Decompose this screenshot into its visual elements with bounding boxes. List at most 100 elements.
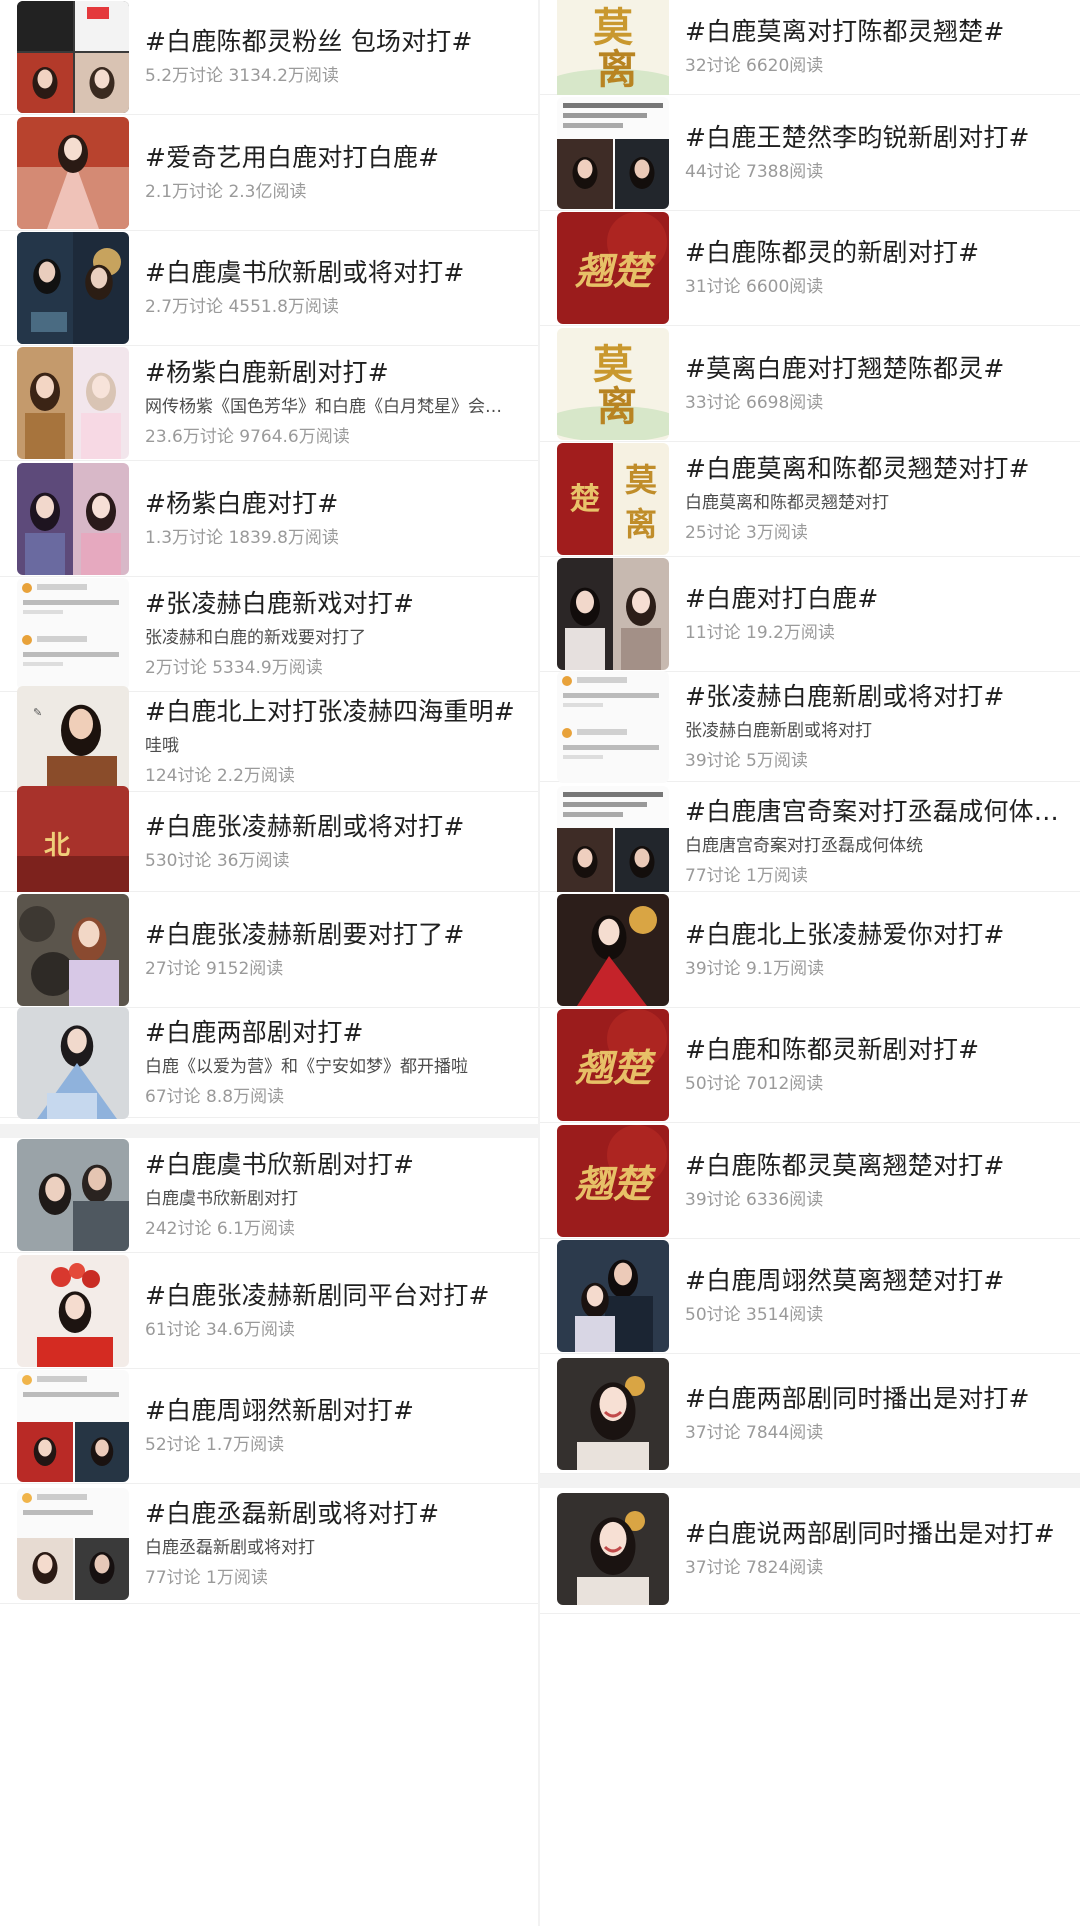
topic-thumbnail[interactable]: [557, 1240, 669, 1352]
topic-thumbnail[interactable]: [17, 347, 129, 459]
topic-title[interactable]: #白鹿陈都灵莫离翘楚对打#: [685, 1149, 1066, 1183]
left-topic-list: #白鹿陈都灵粉丝 包场对打# 5.2万讨论 3134.2万阅读 #爱奇艺用白鹿对打…: [0, 0, 538, 1926]
topic-item[interactable]: #白鹿周翊然莫离翘楚对打# 50讨论 3514阅读: [540, 1239, 1080, 1354]
topic-title[interactable]: #白鹿张凌赫新剧同平台对打#: [145, 1279, 524, 1313]
topic-item[interactable]: #张凌赫白鹿新剧或将对打# 张凌赫白鹿新剧或将对打 39讨论 5万阅读: [540, 670, 1080, 783]
topic-thumbnail[interactable]: [17, 1487, 129, 1600]
topic-thumbnail[interactable]: [17, 232, 129, 344]
topic-item[interactable]: 翘楚 #白鹿陈都灵莫离翘楚对打# 39讨论 6336阅读: [540, 1123, 1080, 1239]
topic-title[interactable]: #白鹿两部剧同时播出是对打#: [685, 1382, 1066, 1416]
topic-description: 张凌赫白鹿新剧或将对打: [685, 720, 872, 741]
topic-title[interactable]: #白鹿和陈都灵新剧对打#: [685, 1033, 1066, 1067]
topic-title[interactable]: #白鹿两部剧对打#: [145, 1016, 524, 1050]
topic-item[interactable]: #杨紫白鹿对打# 1.3万讨论 1839.8万阅读: [0, 461, 538, 577]
topic-item[interactable]: #白鹿王楚然李昀锐新剧对打# 44讨论 7388阅读: [540, 95, 1080, 211]
topic-stats: 77讨论 1万阅读: [685, 865, 808, 886]
topic-thumbnail[interactable]: 翘楚: [557, 1009, 669, 1121]
topic-stats: 52讨论 1.7万阅读: [145, 1435, 285, 1455]
topic-thumbnail[interactable]: [557, 670, 669, 783]
topic-item[interactable]: #白鹿虞书欣新剧对打# 白鹿虞书欣新剧对打 242讨论 6.1万阅读: [0, 1138, 538, 1253]
topic-thumbnail[interactable]: 翘楚: [557, 1124, 669, 1237]
topic-title[interactable]: #白鹿陈都灵的新剧对打#: [685, 236, 1066, 270]
topic-thumbnail[interactable]: [17, 893, 129, 1006]
topic-item[interactable]: 翘楚 #白鹿陈都灵的新剧对打# 31讨论 6600阅读: [540, 211, 1080, 326]
topic-thumbnail[interactable]: [557, 785, 669, 898]
svg-text:离: 离: [597, 383, 637, 430]
topic-title[interactable]: #白鹿丞磊新剧或将对打#: [145, 1497, 524, 1531]
topic-thumbnail[interactable]: 莫 离: [557, 327, 669, 440]
topic-text-block: #白鹿陈都灵的新剧对打# 31讨论 6600阅读: [685, 236, 1080, 300]
topic-item[interactable]: #白鹿陈都灵粉丝 包场对打# 5.2万讨论 3134.2万阅读: [0, 0, 538, 115]
topic-description: 张凌赫和白鹿的新戏要对打了: [145, 628, 366, 648]
topic-thumbnail[interactable]: [17, 1006, 129, 1119]
topic-thumbnail[interactable]: 翘楚: [557, 212, 669, 324]
topic-item[interactable]: #白鹿对打白鹿# 11讨论 19.2万阅读: [540, 557, 1080, 672]
topic-title[interactable]: #杨紫白鹿新剧对打#: [145, 356, 524, 390]
topic-title[interactable]: #白鹿周翊然新剧对打#: [145, 1394, 524, 1428]
topic-item[interactable]: #白鹿北上张凌赫爱你对打# 39讨论 9.1万阅读: [540, 892, 1080, 1008]
topic-title[interactable]: #爱奇艺用白鹿对打白鹿#: [145, 141, 524, 175]
topic-item[interactable]: #白鹿张凌赫新剧要对打了# 27讨论 9152阅读: [0, 892, 538, 1008]
topic-item[interactable]: #杨紫白鹿新剧对打# 网传杨紫《国色芳华》和白鹿《白月梵星》会… 23.6万讨论 9…: [0, 346, 538, 461]
topic-title[interactable]: #张凌赫白鹿新戏对打#: [145, 587, 524, 621]
topic-text-block: #白鹿丞磊新剧或将对打# 白鹿丞磊新剧或将对打 77讨论 1万阅读: [145, 1497, 538, 1591]
topic-description: 白鹿《以爱为营》和《宁安如梦》都开播啦: [145, 1056, 468, 1077]
topic-item[interactable]: #白鹿两部剧同时播出是对打# 37讨论 7844阅读: [540, 1354, 1080, 1474]
topic-thumbnail[interactable]: [17, 578, 129, 690]
topic-title[interactable]: #白鹿周翊然莫离翘楚对打#: [685, 1264, 1066, 1298]
topic-item[interactable]: #白鹿张凌赫新剧同平台对打# 61讨论 34.6万阅读: [0, 1253, 538, 1369]
topic-title[interactable]: #白鹿说两部剧同时播出是对打#: [685, 1517, 1066, 1551]
topic-thumbnail[interactable]: [17, 1370, 129, 1482]
topic-stats: 39讨论 9.1万阅读: [685, 958, 825, 979]
topic-title[interactable]: #白鹿张凌赫新剧或将对打#: [145, 810, 524, 844]
topic-thumbnail[interactable]: [557, 558, 669, 670]
topic-item[interactable]: 北 #白鹿张凌赫新剧或将对打# 530讨论 36万阅读: [0, 785, 538, 898]
topic-title[interactable]: #白鹿虞书欣新剧或将对打#: [145, 256, 524, 290]
topic-item[interactable]: #白鹿丞磊新剧或将对打# 白鹿丞磊新剧或将对打 77讨论 1万阅读: [0, 1484, 538, 1604]
topic-title[interactable]: #杨紫白鹿对打#: [145, 487, 524, 521]
topic-thumbnail[interactable]: ✎: [17, 685, 129, 798]
topic-stats: 124讨论 2.2万阅读: [145, 765, 295, 786]
right-topic-list: 莫 离 #白鹿莫离对打陈都灵翘楚# 32讨论 6620阅读 #白鹿王楚然李昀锐新剧对…: [540, 0, 1080, 1926]
topic-title[interactable]: #白鹿北上张凌赫爱你对打#: [685, 918, 1066, 952]
topic-item[interactable]: #白鹿两部剧对打# 白鹿《以爱为营》和《宁安如梦》都开播啦 67讨论 8.8万阅读: [0, 1006, 538, 1119]
topic-thumbnail[interactable]: 莫 离: [557, 0, 669, 103]
topic-item[interactable]: 莫 离 #白鹿莫离对打陈都灵翘楚# 32讨论 6620阅读: [540, 0, 1080, 103]
topic-title[interactable]: #张凌赫白鹿新剧或将对打#: [685, 680, 1066, 714]
topic-title[interactable]: #白鹿唐宫奇案对打丞磊成何体统#: [685, 795, 1066, 829]
topic-description: 白鹿虞书欣新剧对打: [145, 1189, 298, 1209]
topic-item[interactable]: #张凌赫白鹿新戏对打# 张凌赫和白鹿的新戏要对打了 2万讨论 5334.9万阅读: [0, 577, 538, 692]
topic-title[interactable]: #白鹿陈都灵粉丝 包场对打#: [145, 25, 524, 59]
topic-item[interactable]: 翘楚 #白鹿和陈都灵新剧对打# 50讨论 7012阅读: [540, 1008, 1080, 1123]
topic-title[interactable]: #白鹿莫离对打陈都灵翘楚#: [685, 15, 1066, 49]
topic-thumbnail[interactable]: [17, 116, 129, 229]
topic-thumbnail[interactable]: 北: [17, 785, 129, 898]
topic-item[interactable]: #白鹿唐宫奇案对打丞磊成何体统# 白鹿唐宫奇案对打丞磊成何体统 77讨论 1万阅读: [540, 785, 1080, 898]
topic-item[interactable]: #白鹿周翊然新剧对打# 52讨论 1.7万阅读: [0, 1369, 538, 1484]
topic-title[interactable]: #白鹿虞书欣新剧对打#: [145, 1148, 524, 1182]
topic-title[interactable]: #白鹿莫离和陈都灵翘楚对打#: [685, 452, 1066, 486]
topic-title[interactable]: #白鹿张凌赫新剧要对打了#: [145, 918, 524, 952]
topic-thumbnail[interactable]: [17, 1254, 129, 1367]
topic-thumbnail[interactable]: [557, 96, 669, 209]
topic-item[interactable]: #白鹿虞书欣新剧或将对打# 2.7万讨论 4551.8万阅读: [0, 231, 538, 346]
topic-stats: 27讨论 9152阅读: [145, 958, 284, 979]
topic-item[interactable]: 楚 莫 离 #白鹿莫离和陈都灵翘楚对打# 白鹿莫离和陈都灵翘楚对打 25讨论 3万阅读: [540, 442, 1080, 557]
topic-thumbnail[interactable]: [557, 1357, 669, 1470]
topic-thumbnail[interactable]: [17, 462, 129, 575]
topic-title[interactable]: #白鹿北上对打张凌赫四海重明#: [145, 695, 524, 729]
topic-item[interactable]: #爱奇艺用白鹿对打白鹿# 2.1万讨论 2.3亿阅读: [0, 115, 538, 231]
topic-title[interactable]: #莫离白鹿对打翘楚陈都灵#: [685, 352, 1066, 386]
topic-thumbnail[interactable]: [557, 1492, 669, 1605]
topic-thumbnail[interactable]: [17, 1139, 129, 1251]
topic-title[interactable]: #白鹿王楚然李昀锐新剧对打#: [685, 121, 1066, 155]
topic-thumbnail[interactable]: 楚 莫 离: [557, 443, 669, 555]
topic-thumbnail[interactable]: [557, 893, 669, 1006]
topic-thumbnail[interactable]: [17, 1, 129, 113]
topic-text-block: #白鹿虞书欣新剧或将对打# 2.7万讨论 4551.8万阅读: [145, 256, 538, 320]
topic-title[interactable]: #白鹿对打白鹿#: [685, 582, 1066, 616]
topic-stats: 77讨论 1万阅读: [145, 1567, 268, 1588]
topic-item[interactable]: #白鹿说两部剧同时播出是对打# 37讨论 7824阅读: [540, 1484, 1080, 1614]
topic-item[interactable]: ✎ #白鹿北上对打张凌赫四海重明# 哇哦 124讨论 2.2万阅读: [0, 685, 538, 798]
topic-item[interactable]: 莫 离 #莫离白鹿对打翘楚陈都灵# 33讨论 6698阅读: [540, 326, 1080, 442]
